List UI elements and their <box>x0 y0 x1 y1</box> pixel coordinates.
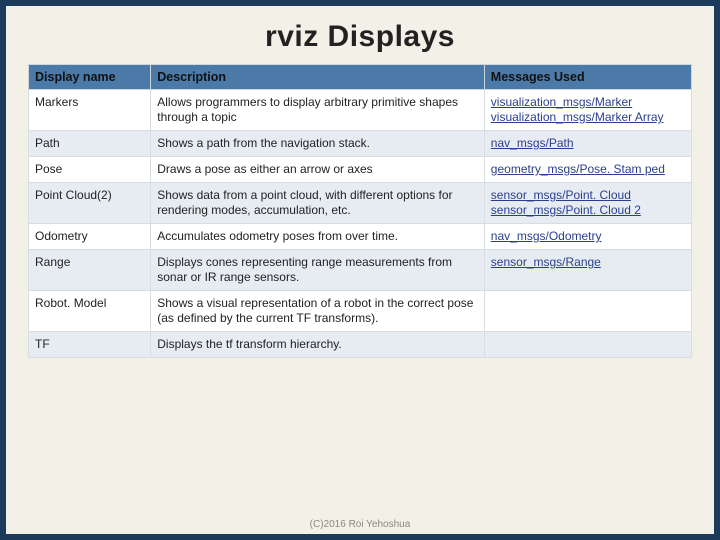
cell-description: Shows a visual representation of a robot… <box>151 291 485 332</box>
message-link[interactable]: geometry_msgs/Pose. Stam ped <box>491 162 685 177</box>
cell-display-name: Path <box>29 131 151 157</box>
cell-messages: nav_msgs/Odometry <box>484 224 691 250</box>
cell-display-name: Odometry <box>29 224 151 250</box>
message-link[interactable]: nav_msgs/Odometry <box>491 229 685 244</box>
table-row: RangeDisplays cones representing range m… <box>29 250 692 291</box>
cell-description: Accumulates odometry poses from over tim… <box>151 224 485 250</box>
message-link[interactable]: sensor_msgs/Range <box>491 255 685 270</box>
message-link[interactable]: nav_msgs/Path <box>491 136 685 151</box>
cell-display-name: Robot. Model <box>29 291 151 332</box>
table-row: Point Cloud(2)Shows data from a point cl… <box>29 183 692 224</box>
cell-messages <box>484 291 691 332</box>
table-row: OdometryAccumulates odometry poses from … <box>29 224 692 250</box>
table-container: Display name Description Messages Used M… <box>6 64 714 358</box>
cell-display-name: Point Cloud(2) <box>29 183 151 224</box>
cell-messages: sensor_msgs/Point. Cloudsensor_msgs/Poin… <box>484 183 691 224</box>
message-link[interactable]: visualization_msgs/Marker <box>491 95 685 110</box>
table-row: Robot. ModelShows a visual representatio… <box>29 291 692 332</box>
cell-messages: visualization_msgs/Markervisualization_m… <box>484 90 691 131</box>
table-row: PoseDraws a pose as either an arrow or a… <box>29 157 692 183</box>
table-header-row: Display name Description Messages Used <box>29 65 692 90</box>
cell-display-name: Range <box>29 250 151 291</box>
cell-messages: geometry_msgs/Pose. Stam ped <box>484 157 691 183</box>
message-link[interactable]: visualization_msgs/Marker Array <box>491 110 685 125</box>
cell-display-name: Markers <box>29 90 151 131</box>
table-row: MarkersAllows programmers to display arb… <box>29 90 692 131</box>
cell-display-name: Pose <box>29 157 151 183</box>
cell-description: Shows data from a point cloud, with diff… <box>151 183 485 224</box>
col-messages-used: Messages Used <box>484 65 691 90</box>
col-description: Description <box>151 65 485 90</box>
cell-messages: nav_msgs/Path <box>484 131 691 157</box>
cell-messages <box>484 332 691 358</box>
slide-title: rviz Displays <box>6 6 714 64</box>
cell-messages: sensor_msgs/Range <box>484 250 691 291</box>
cell-description: Draws a pose as either an arrow or axes <box>151 157 485 183</box>
cell-description: Displays cones representing range measur… <box>151 250 485 291</box>
displays-table: Display name Description Messages Used M… <box>28 64 692 358</box>
table-row: PathShows a path from the navigation sta… <box>29 131 692 157</box>
message-link[interactable]: sensor_msgs/Point. Cloud 2 <box>491 203 685 218</box>
cell-description: Shows a path from the navigation stack. <box>151 131 485 157</box>
cell-display-name: TF <box>29 332 151 358</box>
cell-description: Displays the tf transform hierarchy. <box>151 332 485 358</box>
footer-copyright: (C)2016 Roi Yehoshua <box>6 519 714 530</box>
slide: rviz Displays Display name Description M… <box>6 6 714 534</box>
table-row: TFDisplays the tf transform hierarchy. <box>29 332 692 358</box>
message-link[interactable]: sensor_msgs/Point. Cloud <box>491 188 685 203</box>
col-display-name: Display name <box>29 65 151 90</box>
cell-description: Allows programmers to display arbitrary … <box>151 90 485 131</box>
